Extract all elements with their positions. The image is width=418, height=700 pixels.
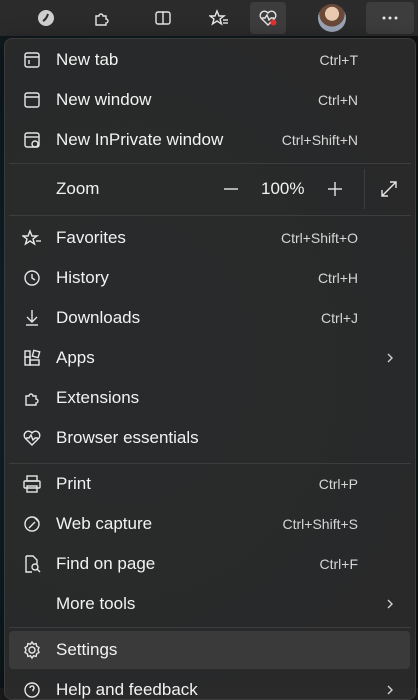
chevron-right-icon: [387, 685, 393, 695]
history-label: History: [56, 268, 109, 287]
extensions-label: Extensions: [56, 388, 140, 407]
menu-item-help-and-feedback[interactable]: Help and feedback: [9, 671, 410, 699]
favorites-button[interactable]: [201, 2, 237, 34]
browser-essentials-label: Browser essentials: [56, 428, 199, 447]
split-screen-button[interactable]: [145, 2, 181, 34]
favorites-icon: [209, 9, 228, 26]
find-on-page-shortcut: Ctrl+F: [319, 556, 359, 572]
favorites-shortcut: Ctrl+Shift+O: [280, 230, 358, 246]
apps-label: Apps: [56, 348, 95, 367]
chevron-right-icon: [387, 599, 393, 609]
copilot-icon: [38, 10, 54, 26]
menu-divider: [9, 215, 411, 216]
new-tab-icon: [21, 49, 43, 71]
zoom-value: 100%: [261, 179, 305, 198]
zoom-out-button[interactable]: [215, 173, 247, 205]
help-label: Help and feedback: [56, 680, 198, 699]
menu-item-web-capture[interactable]: Web capture Ctrl+Shift+S: [9, 505, 410, 543]
settings-and-more-menu: New tab Ctrl+T New window Ctrl+N New InP…: [4, 38, 416, 700]
extensions-icon: [21, 387, 43, 409]
print-shortcut: Ctrl+P: [318, 476, 358, 492]
history-icon: [21, 267, 43, 289]
profile-button[interactable]: [314, 2, 350, 34]
full-screen-icon: [381, 181, 397, 197]
help-icon: [21, 679, 43, 699]
menu-divider: [9, 463, 411, 464]
settings-label: Settings: [56, 640, 118, 659]
full-screen-button[interactable]: [373, 173, 405, 205]
more-icon: [382, 16, 398, 20]
chevron-right-icon: [387, 353, 393, 363]
menu-item-extensions[interactable]: Extensions: [9, 379, 410, 417]
inprivate-icon: [21, 129, 43, 151]
new-window-label: New window: [56, 90, 152, 109]
menu-item-settings[interactable]: Settings: [9, 631, 410, 669]
print-label: Print: [56, 474, 91, 493]
browser-toolbar: [0, 0, 418, 36]
menu-item-downloads[interactable]: Downloads Ctrl+J: [9, 299, 410, 337]
new-window-shortcut: Ctrl+N: [317, 92, 358, 108]
apps-icon: [21, 347, 43, 369]
menu-divider: [9, 163, 411, 164]
web-capture-shortcut: Ctrl+Shift+S: [282, 516, 358, 532]
menu-item-find-on-page[interactable]: Find on page Ctrl+F: [9, 545, 410, 583]
browser-essentials-button[interactable]: [250, 2, 286, 34]
new-inprivate-shortcut: Ctrl+Shift+N: [281, 132, 358, 148]
extensions-icon: [95, 13, 109, 26]
extensions-button[interactable]: [84, 2, 120, 34]
new-inprivate-label: New InPrivate window: [56, 130, 224, 149]
more-tools-label: More tools: [56, 594, 136, 613]
web-capture-label: Web capture: [56, 514, 153, 533]
menu-item-browser-essentials[interactable]: Browser essentials: [9, 419, 410, 457]
zoom-label: Zoom: [56, 179, 100, 198]
gear-icon: [21, 639, 43, 661]
minus-icon: [224, 188, 238, 190]
split-screen-icon: [155, 11, 171, 25]
menu-item-new-window[interactable]: New window Ctrl+N: [9, 81, 410, 119]
downloads-label: Downloads: [56, 308, 141, 327]
find-on-page-label: Find on page: [56, 554, 156, 573]
menu-item-history[interactable]: History Ctrl+H: [9, 259, 410, 297]
download-icon: [21, 307, 43, 329]
web-capture-icon: [21, 513, 43, 535]
downloads-shortcut: Ctrl+J: [321, 310, 358, 326]
copilot-button[interactable]: [28, 2, 64, 34]
zoom-in-button[interactable]: [319, 173, 351, 205]
new-tab-shortcut: Ctrl+T: [319, 52, 359, 68]
browser-essentials-icon: [259, 10, 277, 26]
menu-item-favorites[interactable]: Favorites Ctrl+Shift+O: [9, 219, 410, 257]
menu-item-new-tab[interactable]: New tab Ctrl+T: [9, 41, 410, 79]
zoom-row: Zoom 100%: [9, 169, 410, 209]
menu-item-apps[interactable]: Apps: [9, 339, 410, 377]
find-on-page-icon: [21, 553, 43, 575]
plus-icon: [328, 182, 342, 196]
menu-item-more-tools[interactable]: More tools: [9, 585, 410, 623]
profile-avatar: [318, 4, 346, 32]
favorites-label: Favorites: [56, 228, 126, 247]
menu-item-new-inprivate[interactable]: New InPrivate window Ctrl+Shift+N: [9, 121, 410, 159]
history-shortcut: Ctrl+H: [317, 270, 358, 286]
zoom-divider: [364, 169, 365, 209]
menu-item-print[interactable]: Print Ctrl+P: [9, 465, 410, 503]
browser-essentials-icon: [21, 427, 43, 449]
new-tab-label: New tab: [56, 50, 119, 69]
favorites-icon: [21, 227, 43, 249]
more-button[interactable]: [366, 2, 414, 34]
menu-divider: [9, 627, 411, 628]
print-icon: [21, 473, 43, 495]
new-window-icon: [21, 89, 43, 111]
